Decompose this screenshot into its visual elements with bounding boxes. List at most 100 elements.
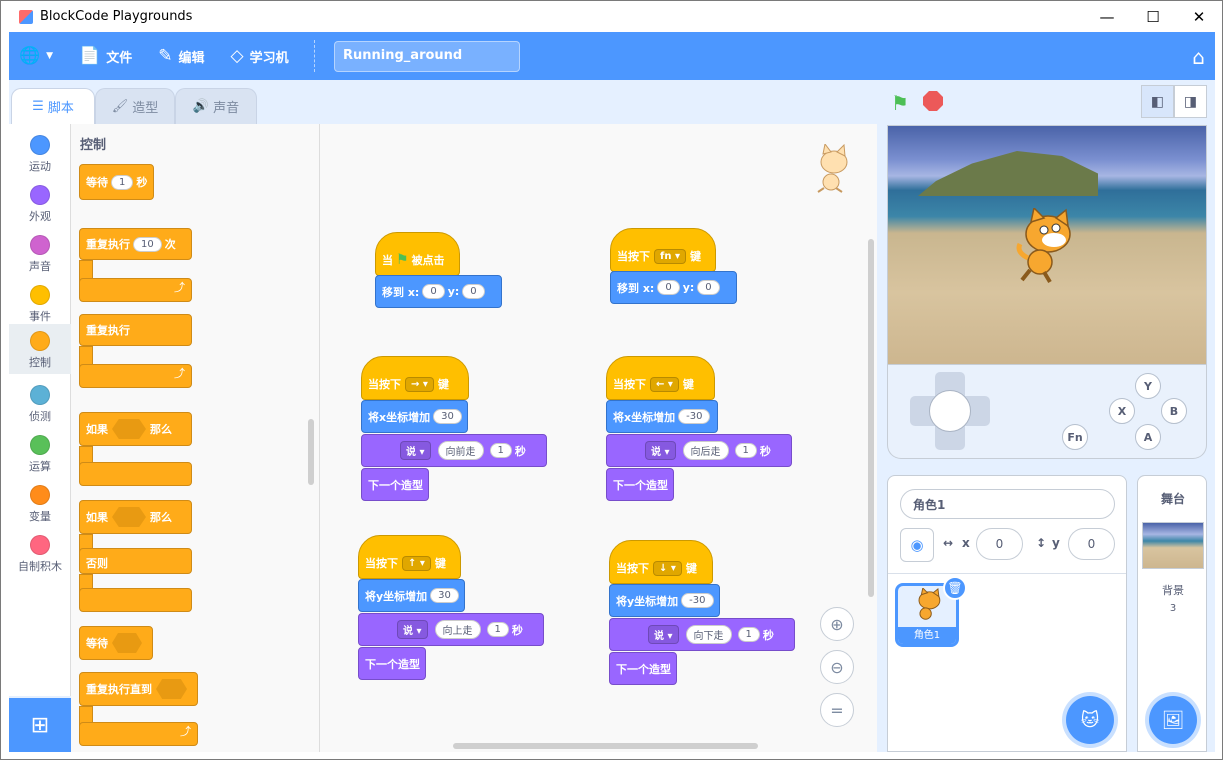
- change-y-block[interactable]: 将y坐标增加 30: [358, 579, 465, 612]
- next-costume-block[interactable]: 下一个造型: [358, 647, 426, 680]
- home-icon[interactable]: ⌂: [1192, 45, 1205, 69]
- sprite-y-input[interactable]: 0: [1068, 528, 1115, 560]
- tab-sounds[interactable]: 🔊 声音: [175, 88, 257, 124]
- say-dropdown[interactable]: 说 ▾: [400, 441, 431, 460]
- seconds-input[interactable]: 1: [734, 443, 757, 458]
- category-looks[interactable]: 外观: [9, 178, 71, 228]
- minimize-button[interactable]: —: [1084, 1, 1130, 32]
- zoom-out-button[interactable]: ⊖: [820, 650, 854, 684]
- tab-costumes[interactable]: 🖌 造型: [95, 88, 175, 124]
- change-x-block[interactable]: 将x坐标增加 30: [361, 400, 468, 433]
- change-y-block[interactable]: 将y坐标增加 -30: [609, 584, 720, 617]
- message-input[interactable]: 向后走: [682, 441, 729, 460]
- seconds-input[interactable]: 1: [737, 627, 760, 642]
- say-dropdown[interactable]: 说 ▾: [397, 620, 428, 639]
- when-flag-clicked-block[interactable]: 当 ⚑ 被点击: [375, 232, 460, 276]
- palette-block-repeat-until[interactable]: 重复执行直到: [79, 672, 198, 706]
- add-backdrop-button[interactable]: 🖼: [1149, 696, 1197, 744]
- category-motion[interactable]: 运动: [9, 128, 71, 178]
- gamepad-b-button[interactable]: B: [1161, 398, 1187, 424]
- language-menu[interactable]: 🌐 ▼: [19, 46, 53, 66]
- tab-code[interactable]: ☰ 脚本: [11, 88, 95, 124]
- category-my-blocks[interactable]: 自制积木: [9, 528, 71, 578]
- palette-block-forever[interactable]: 重复执行: [79, 314, 192, 346]
- change-value-input[interactable]: 30: [430, 588, 459, 603]
- palette-scrollbar[interactable]: [308, 419, 314, 485]
- message-input[interactable]: 向前走: [437, 441, 484, 460]
- next-costume-block[interactable]: 下一个造型: [609, 652, 677, 685]
- category-sound[interactable]: 声音: [9, 228, 71, 278]
- wait-seconds-input[interactable]: 1: [111, 174, 134, 190]
- category-variables[interactable]: 变量: [9, 478, 71, 528]
- say-for-secs-block[interactable]: 说 ▾ 向后走 1 秒: [606, 434, 792, 467]
- add-sprite-button[interactable]: 🐱: [1066, 696, 1114, 744]
- zoom-reset-button[interactable]: =: [820, 693, 854, 727]
- category-events[interactable]: 事件: [9, 278, 71, 328]
- key-dropdown[interactable]: → ▾: [405, 376, 434, 392]
- backdrop-thumbnail[interactable]: [1142, 522, 1204, 569]
- category-operators[interactable]: 运算: [9, 428, 71, 478]
- workspace-horizontal-scrollbar[interactable]: [453, 743, 758, 749]
- sprite-name-input[interactable]: 角色1: [900, 489, 1115, 519]
- say-dropdown[interactable]: 说 ▾: [648, 625, 679, 644]
- gamepad-a-button[interactable]: A: [1135, 424, 1161, 450]
- change-value-input[interactable]: -30: [678, 409, 711, 424]
- stage-selector-panel[interactable]: 舞台 背景 3 🖼: [1137, 475, 1207, 752]
- when-key-pressed-block[interactable]: 当按下 fn ▾ 键: [610, 228, 716, 272]
- seconds-input[interactable]: 1: [486, 622, 509, 637]
- large-stage-button[interactable]: ◨: [1174, 85, 1207, 118]
- say-dropdown[interactable]: 说 ▾: [645, 441, 676, 460]
- key-dropdown[interactable]: ↓ ▾: [653, 560, 682, 576]
- change-x-block[interactable]: 将x坐标增加 -30: [606, 400, 718, 433]
- key-dropdown[interactable]: fn ▾: [654, 248, 686, 264]
- condition-slot[interactable]: [112, 419, 146, 439]
- show-sprite-eye-icon[interactable]: ◉: [900, 528, 934, 562]
- palette-block-wait[interactable]: 等待 1 秒: [79, 164, 155, 200]
- stop-button[interactable]: [923, 91, 943, 111]
- palette-block-wait-until[interactable]: 等待: [79, 626, 153, 660]
- maximize-button[interactable]: ☐: [1130, 1, 1176, 32]
- gamepad-y-button[interactable]: Y: [1135, 373, 1161, 399]
- say-for-secs-block[interactable]: 说 ▾ 向下走 1 秒: [609, 618, 795, 651]
- condition-slot[interactable]: [112, 633, 142, 653]
- say-for-secs-block[interactable]: 说 ▾ 向前走 1 秒: [361, 434, 547, 467]
- project-name-input[interactable]: Running_around: [334, 41, 520, 72]
- y-input[interactable]: 0: [462, 284, 485, 299]
- message-input[interactable]: 向下走: [685, 625, 732, 644]
- sprite-x-input[interactable]: 0: [976, 528, 1023, 560]
- stage-canvas[interactable]: [887, 125, 1207, 365]
- zoom-in-button[interactable]: ⊕: [820, 607, 854, 641]
- add-extension-button[interactable]: ⊞: [9, 698, 71, 752]
- small-stage-button[interactable]: ◧: [1141, 85, 1174, 118]
- gamepad-x-button[interactable]: X: [1109, 398, 1135, 424]
- change-value-input[interactable]: -30: [681, 593, 714, 608]
- palette-block-if-else[interactable]: 如果 那么: [79, 500, 192, 534]
- workspace-vertical-scrollbar[interactable]: [868, 239, 874, 597]
- when-key-pressed-block[interactable]: 当按下 ← ▾ 键: [606, 356, 715, 400]
- gamepad-fn-button[interactable]: Fn: [1062, 424, 1088, 450]
- next-costume-block[interactable]: 下一个造型: [361, 468, 429, 501]
- next-costume-block[interactable]: 下一个造型: [606, 468, 674, 501]
- edit-menu[interactable]: ✎ 编辑: [158, 46, 204, 66]
- goto-xy-block[interactable]: 移到 x: 0 y: 0: [610, 271, 737, 304]
- condition-slot[interactable]: [112, 507, 146, 527]
- change-value-input[interactable]: 30: [433, 409, 462, 424]
- condition-slot[interactable]: [156, 679, 187, 699]
- x-input[interactable]: 0: [657, 280, 680, 295]
- goto-xy-block[interactable]: 移到 x: 0 y: 0: [375, 275, 502, 308]
- message-input[interactable]: 向上走: [434, 620, 481, 639]
- x-input[interactable]: 0: [422, 284, 445, 299]
- close-button[interactable]: ✕: [1176, 1, 1222, 32]
- when-key-pressed-block[interactable]: 当按下 ↑ ▾ 键: [358, 535, 461, 579]
- green-flag-button[interactable]: ⚑: [891, 91, 909, 115]
- key-dropdown[interactable]: ↑ ▾: [402, 555, 431, 571]
- dpad-center[interactable]: [929, 390, 971, 432]
- script-workspace[interactable]: 当 ⚑ 被点击 移到 x: 0 y: 0 当按下 fn ▾ 键 移到 x: 0 y: 0 当按下 → …: [319, 124, 877, 752]
- say-for-secs-block[interactable]: 说 ▾ 向上走 1 秒: [358, 613, 544, 646]
- when-key-pressed-block[interactable]: 当按下 → ▾ 键: [361, 356, 469, 400]
- when-key-pressed-block[interactable]: 当按下 ↓ ▾ 键: [609, 540, 713, 584]
- palette-block-if[interactable]: 如果 那么: [79, 412, 192, 446]
- cat-sprite[interactable]: [1014, 208, 1076, 284]
- category-control[interactable]: 控制: [9, 324, 71, 374]
- delete-sprite-trash-icon[interactable]: 🗑: [943, 576, 967, 600]
